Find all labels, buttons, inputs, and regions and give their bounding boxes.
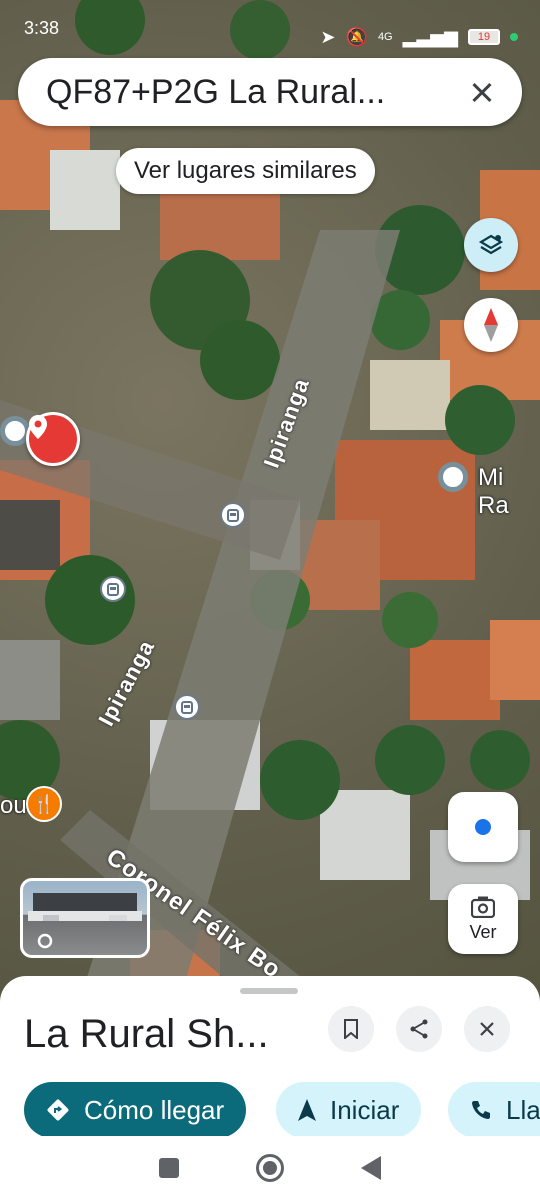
bus-stop-icon[interactable] [100, 576, 126, 602]
status-bar: 3:38 ➤ 🔕 4G ▂▃▅▆ 19 [0, 0, 540, 56]
close-icon [480, 1022, 494, 1036]
signal-icon: ▂▃▅▆ [402, 26, 458, 47]
layers-button[interactable] [464, 218, 518, 272]
my-location-button[interactable] [448, 792, 518, 862]
home-button[interactable] [255, 1154, 284, 1182]
status-time: 3:38 [24, 18, 60, 38]
poi-label[interactable]: ou [0, 792, 27, 820]
start-label: Iniciar [330, 1094, 400, 1125]
street-view-thumbnail-image [28, 893, 142, 949]
network-type: 4G [377, 31, 393, 43]
search-query[interactable]: QF87+P2G La Rural... [46, 73, 462, 112]
bookmark-icon [344, 1019, 358, 1039]
selected-place-pin-icon[interactable] [26, 412, 80, 466]
share-button[interactable] [396, 1006, 442, 1052]
battery-icon: 19 [468, 29, 500, 45]
battery-level: 19 [477, 31, 491, 43]
place-pin-icon[interactable] [438, 462, 468, 492]
place-bottom-sheet[interactable]: La Rural Sh... Cómo llegar Iniciar Lla [0, 976, 540, 1138]
close-button[interactable] [464, 1006, 510, 1052]
back-button[interactable] [361, 1156, 382, 1180]
start-button[interactable]: Iniciar [276, 1082, 422, 1138]
directions-icon [47, 1099, 69, 1121]
mute-icon: 🔕 [345, 26, 368, 47]
search-bar[interactable]: QF87+P2G La Rural... [18, 58, 522, 126]
street-view-thumbnail[interactable] [20, 878, 150, 958]
street-view-ver-button[interactable]: Ver [448, 884, 518, 954]
compass-button[interactable] [464, 298, 518, 352]
save-button[interactable] [328, 1006, 374, 1052]
poi-label[interactable]: Mi Ra [478, 464, 540, 520]
system-nav-bar [0, 1136, 540, 1200]
navigation-arrow-icon [298, 1099, 316, 1121]
layers-icon [478, 234, 504, 255]
compass-icon [484, 308, 498, 342]
directions-label: Cómo llegar [84, 1094, 225, 1125]
my-location-icon [475, 819, 491, 835]
recents-button[interactable] [158, 1158, 179, 1178]
navigation-arrow-icon: ➤ [320, 26, 336, 47]
privacy-indicator-icon [510, 33, 518, 41]
bus-stop-icon[interactable] [174, 694, 200, 720]
ver-label: Ver [469, 921, 497, 942]
close-icon[interactable] [462, 72, 502, 112]
similar-places-chip[interactable]: Ver lugares similares [116, 148, 375, 194]
bus-stop-icon[interactable] [220, 502, 246, 528]
call-label: Lla [506, 1094, 540, 1125]
share-icon [410, 1019, 428, 1039]
camera-icon [471, 896, 495, 918]
phone-icon [472, 1101, 490, 1119]
place-title: La Rural Sh... [24, 1012, 269, 1056]
directions-button[interactable]: Cómo llegar [24, 1082, 247, 1138]
restaurant-icon[interactable]: 🍴 [26, 786, 62, 822]
call-button[interactable]: Lla [448, 1082, 540, 1138]
sheet-drag-handle[interactable] [240, 988, 298, 994]
